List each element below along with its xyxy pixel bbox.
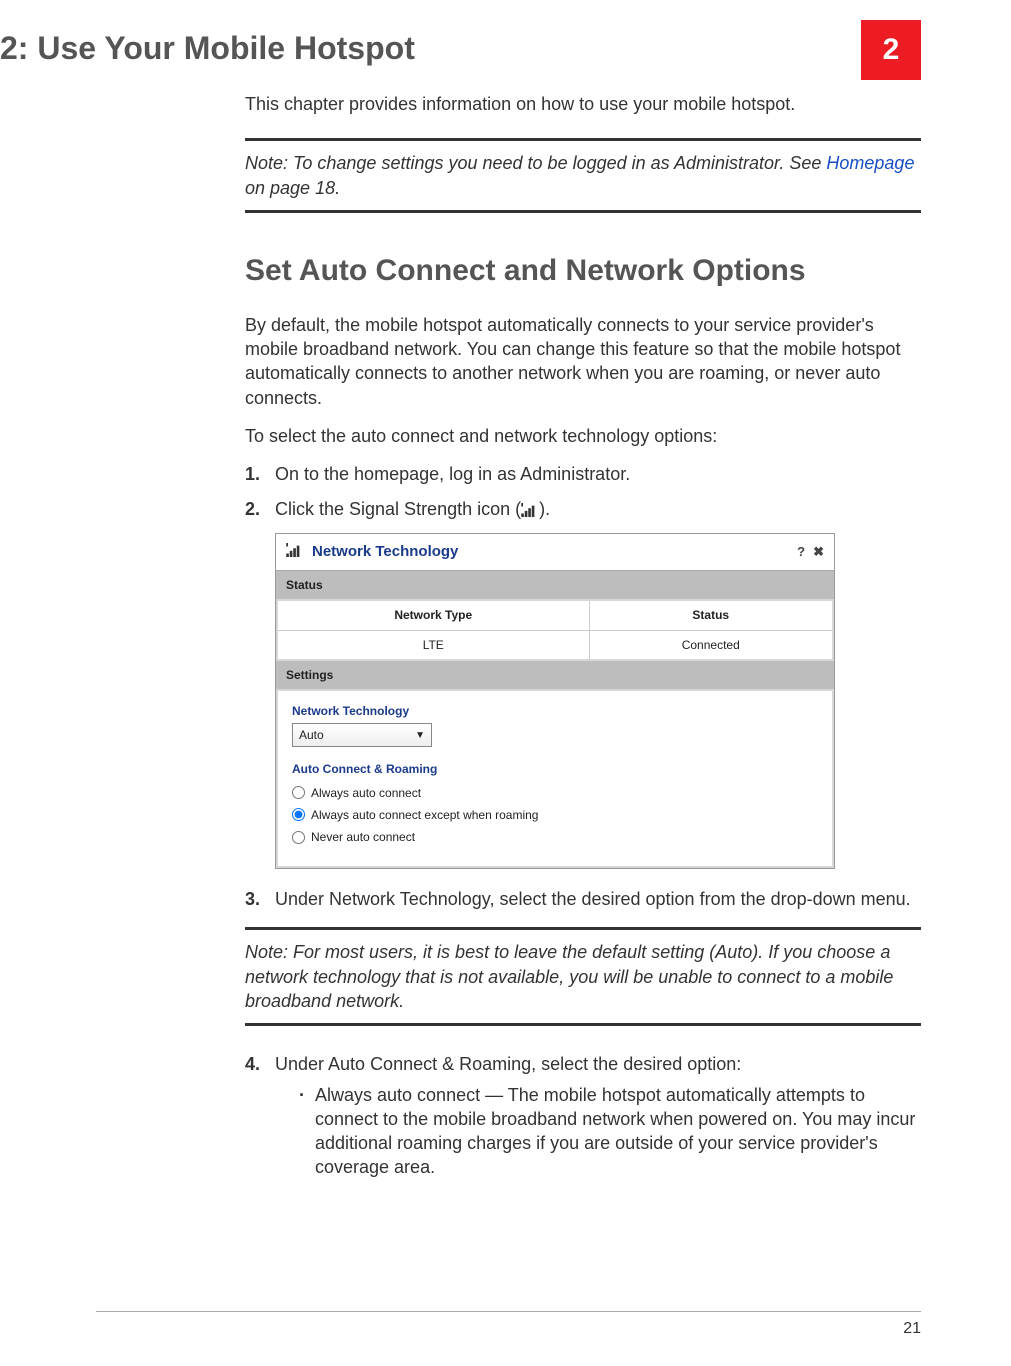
note-text: For most users, it is best to leave the … <box>245 942 893 1011</box>
network-technology-label: Network Technology <box>292 703 818 719</box>
chevron-down-icon: ▼ <box>415 729 425 743</box>
signal-strength-icon <box>521 499 539 523</box>
radio-label: Always auto connect except when roaming <box>311 807 538 823</box>
note-admin-login: Note: To change settings you need to be … <box>245 138 921 213</box>
chapter-title: 2: Use Your Mobile Hotspot <box>0 30 841 67</box>
chapter-intro: This chapter provides information on how… <box>245 92 921 116</box>
step-2-pre: Click the Signal Strength icon ( <box>275 499 521 519</box>
step-number: 1. <box>245 462 275 486</box>
homepage-link[interactable]: Homepage <box>826 153 914 173</box>
step-2-text: Click the Signal Strength icon (). <box>275 497 921 523</box>
dropdown-value: Auto <box>299 727 324 743</box>
step-2-post: ). <box>539 499 550 519</box>
table-header-network-type: Network Type <box>278 601 589 630</box>
radio-always-auto-connect[interactable] <box>292 786 305 799</box>
note-label: Note: <box>245 153 288 173</box>
table-cell-network-type: LTE <box>278 630 589 659</box>
close-icon[interactable]: ✖ <box>813 543 824 561</box>
network-technology-panel: Network Technology ? ✖ Status Network Ty… <box>275 533 835 869</box>
note-text-after: on page 18. <box>245 178 340 198</box>
step-number: 2. <box>245 497 275 523</box>
step-number: 4. <box>245 1052 275 1185</box>
radio-except-roaming[interactable] <box>292 808 305 821</box>
section-paragraph-1: By default, the mobile hotspot automatic… <box>245 313 921 410</box>
status-section-label: Status <box>276 571 834 599</box>
auto-connect-roaming-label: Auto Connect & Roaming <box>292 761 818 777</box>
panel-title: Network Technology <box>312 542 797 562</box>
chapter-number-badge: 2 <box>861 20 921 80</box>
step-4-bullet-1: Always auto connect — The mobile hotspot… <box>315 1083 921 1180</box>
section-title: Set Auto Connect and Network Options <box>245 253 921 289</box>
step-number: 3. <box>245 887 275 911</box>
network-technology-dropdown[interactable]: Auto ▼ <box>292 723 432 747</box>
step-1-text: On to the homepage, log in as Administra… <box>275 462 921 486</box>
table-cell-status: Connected <box>589 630 832 659</box>
radio-never-auto-connect[interactable] <box>292 831 305 844</box>
note-label: Note: <box>245 942 288 962</box>
note-text-before: To change settings you need to be logged… <box>288 153 826 173</box>
help-icon[interactable]: ? <box>797 543 805 561</box>
status-table: Network Type Status LTE Connected <box>278 601 832 658</box>
settings-section-label: Settings <box>276 661 834 689</box>
page-number: 21 <box>96 1311 921 1338</box>
step-4-text: Under Auto Connect & Roaming, select the… <box>275 1054 741 1074</box>
step-3-text: Under Network Technology, select the des… <box>275 887 921 911</box>
radio-label: Always auto connect <box>311 785 421 801</box>
signal-strength-icon <box>286 543 304 562</box>
note-default-auto: Note: For most users, it is best to leav… <box>245 927 921 1026</box>
section-paragraph-2: To select the auto connect and network t… <box>245 424 921 448</box>
radio-label: Never auto connect <box>311 829 415 845</box>
table-header-status: Status <box>589 601 832 630</box>
